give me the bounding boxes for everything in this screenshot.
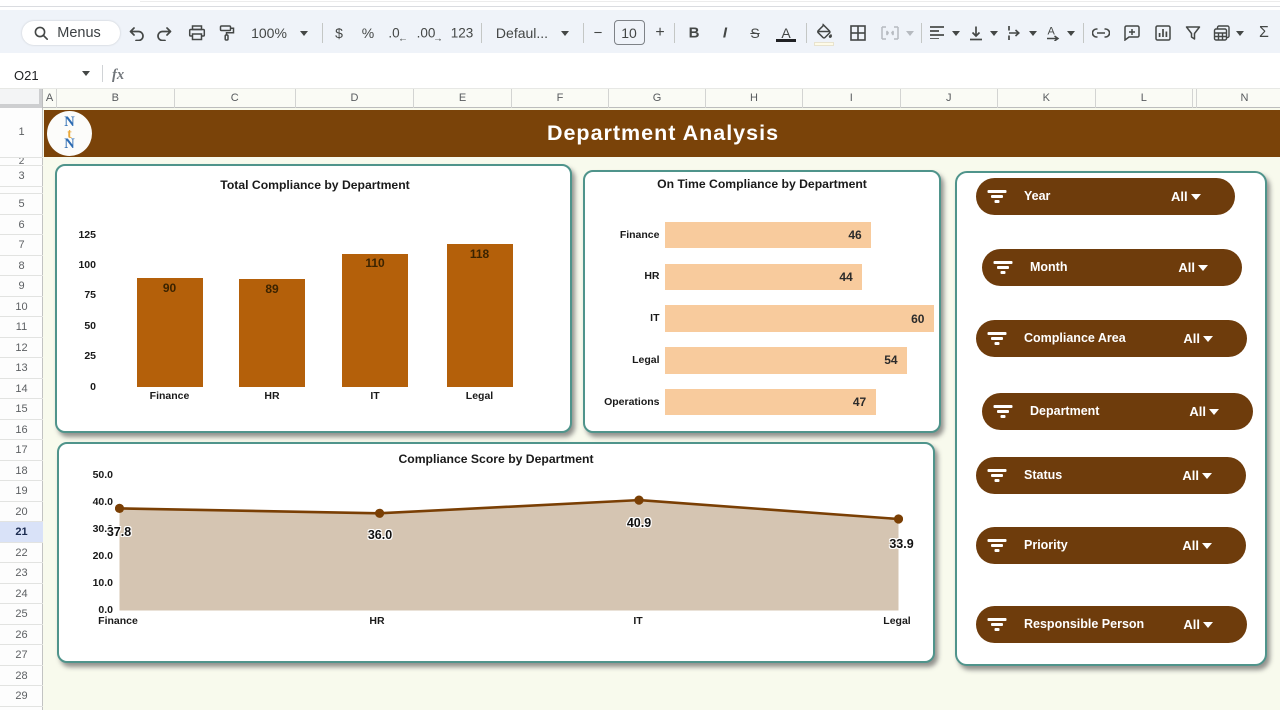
svg-text:A: A [1048, 26, 1056, 38]
